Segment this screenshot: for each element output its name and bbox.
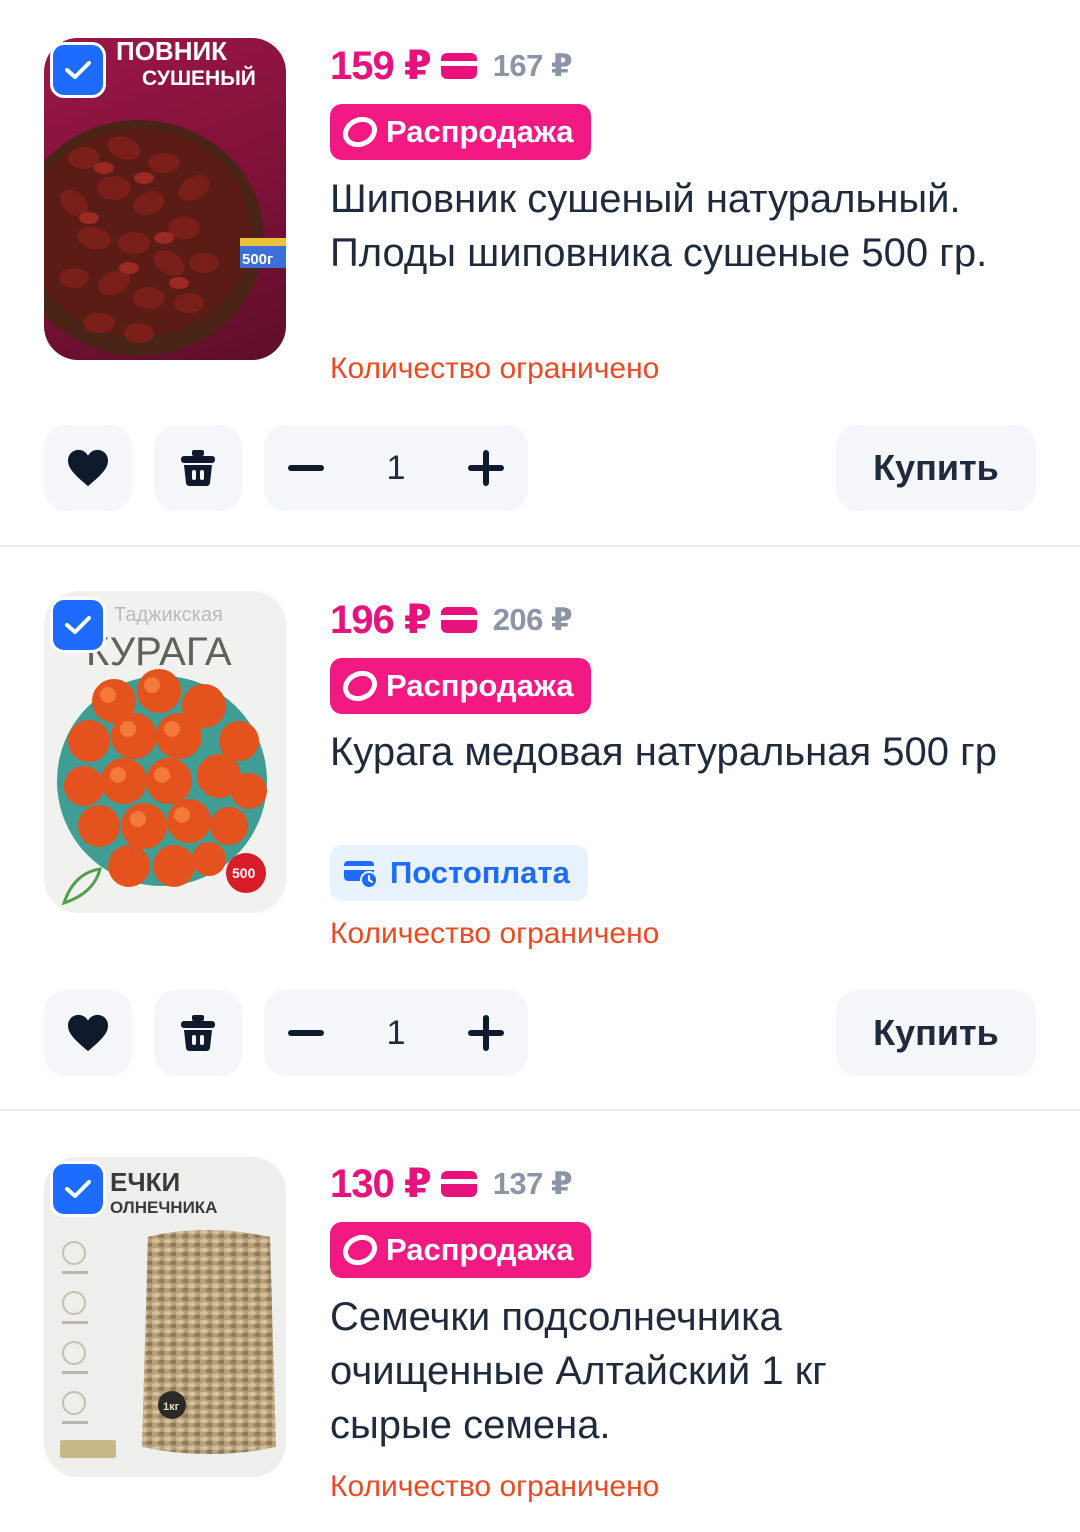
quantity-stepper: 1 xyxy=(264,990,528,1076)
card-icon xyxy=(440,607,477,633)
heart-icon xyxy=(68,1014,108,1052)
cart-item-sunflower-seeds: ЕЧКИ ОЛНЕЧНИКА 1кг 130 ₽ 137 ₽ Распродаж… xyxy=(0,1111,1080,1532)
package-subtitle: Таджикская xyxy=(114,604,223,626)
minus-icon[interactable] xyxy=(286,1013,326,1053)
buy-button[interactable]: Купить xyxy=(836,990,1036,1076)
delete-button[interactable] xyxy=(154,425,242,511)
current-price: 196 ₽ xyxy=(330,598,432,642)
product-title[interactable]: Шиповник сушеный натуральный. Плоды шипо… xyxy=(330,172,1040,280)
card-icon xyxy=(440,1171,477,1197)
heart-icon xyxy=(68,449,108,487)
sale-ring-icon xyxy=(342,116,378,148)
weight-badge: 500г xyxy=(242,251,273,268)
current-price: 130 ₽ xyxy=(330,1162,432,1206)
card-icon xyxy=(440,53,477,79)
old-price: 167 ₽ xyxy=(492,48,573,83)
trash-icon xyxy=(181,1015,215,1051)
package-title: КУРАГА xyxy=(86,630,232,674)
sale-ring-icon xyxy=(342,1234,378,1266)
package-title-line1: ЕЧКИ xyxy=(110,1167,180,1197)
package-title-line2: СУШЕНЫЙ xyxy=(142,66,256,90)
price-row: 130 ₽ 137 ₽ xyxy=(330,1154,573,1214)
weight-badge: 500 xyxy=(232,865,256,881)
sale-badge: Распродажа xyxy=(330,1222,592,1278)
quantity-stepper: 1 xyxy=(264,425,528,511)
cart-item-apricot: Таджикская КУРАГА 500 196 ₽ 206 ₽ Распро… xyxy=(0,547,1080,1109)
delete-button[interactable] xyxy=(154,990,242,1076)
stock-warning: Количество ограничено xyxy=(330,1470,660,1503)
buy-button[interactable]: Купить xyxy=(836,425,1036,511)
checkmark-icon xyxy=(65,616,91,634)
package-title-line1: ПОВНИК xyxy=(116,38,227,66)
quantity-value: 1 xyxy=(386,448,406,487)
quantity-value: 1 xyxy=(386,1013,406,1052)
sale-badge-label: Распродажа xyxy=(386,114,574,149)
checkmark-icon xyxy=(65,61,91,79)
stock-warning: Количество ограничено xyxy=(330,352,660,385)
old-price: 206 ₽ xyxy=(492,602,573,637)
favorite-button[interactable] xyxy=(44,425,132,511)
select-checkbox[interactable] xyxy=(50,42,106,98)
sale-ring-icon xyxy=(342,670,378,702)
package-title-line2: ОЛНЕЧНИКА xyxy=(110,1198,217,1217)
postpay-badge: Постоплата xyxy=(330,845,588,901)
stock-warning: Количество ограничено xyxy=(330,917,660,950)
postpay-badge-label: Постоплата xyxy=(390,855,570,890)
product-title[interactable]: Семечки подсолнечника очищенные Алтайски… xyxy=(330,1290,930,1452)
sale-badge-label: Распродажа xyxy=(386,668,574,703)
trash-icon xyxy=(181,450,215,486)
postpay-card-icon xyxy=(344,861,378,889)
sale-badge-label: Распродажа xyxy=(386,1232,574,1267)
old-price: 137 ₽ xyxy=(492,1166,573,1201)
price-row: 159 ₽ 167 ₽ xyxy=(330,36,573,96)
favorite-button[interactable] xyxy=(44,990,132,1076)
cart-item-rosehip: 500г ПОВНИК СУШЕНЫЙ 159 ₽ 167 ₽ Распрода… xyxy=(0,0,1080,545)
price-row: 196 ₽ 206 ₽ xyxy=(330,590,573,650)
select-checkbox[interactable] xyxy=(50,1161,106,1217)
sale-badge: Распродажа xyxy=(330,658,592,714)
current-price: 159 ₽ xyxy=(330,44,432,88)
checkmark-icon xyxy=(65,1180,91,1198)
plus-icon[interactable] xyxy=(466,448,506,488)
sale-badge: Распродажа xyxy=(330,104,592,160)
plus-icon[interactable] xyxy=(466,1013,506,1053)
select-checkbox[interactable] xyxy=(50,597,106,653)
minus-icon[interactable] xyxy=(286,448,326,488)
product-title[interactable]: Курага медовая натуральная 500 гр xyxy=(330,725,1040,779)
weight-badge: 1кг xyxy=(163,1401,180,1413)
